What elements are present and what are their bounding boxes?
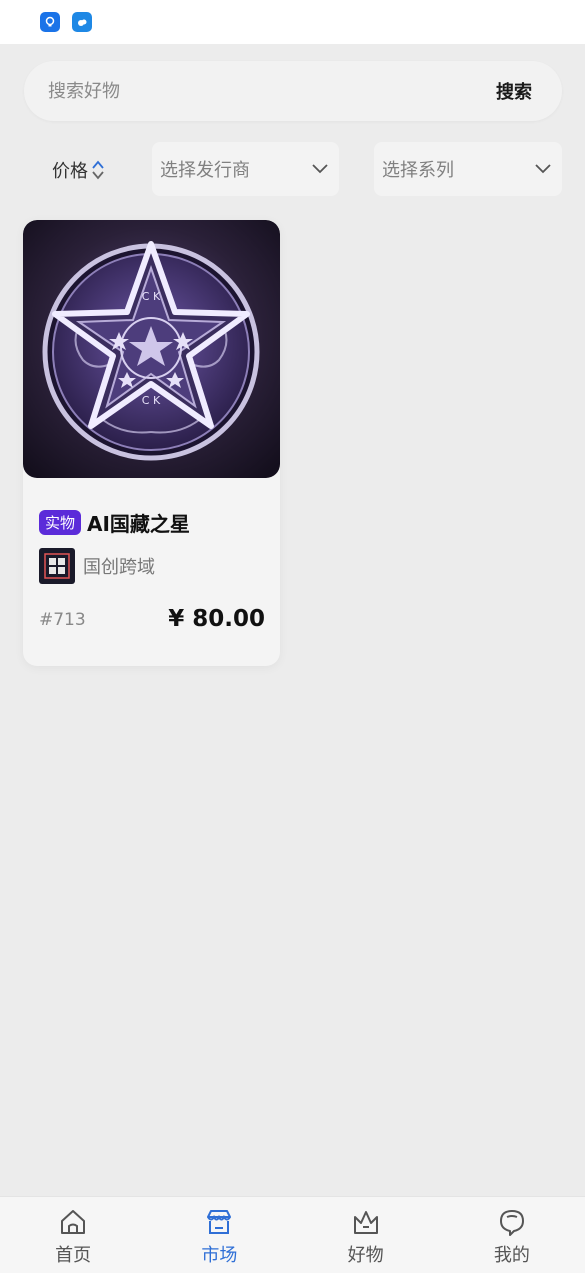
price-sort-button[interactable]: 价格 (52, 156, 106, 184)
tab-home-label: 首页 (55, 1245, 92, 1266)
bottom-tab-bar: 首页 市场 好物 我的 (0, 1196, 585, 1273)
issuer-row: 国创跨域 (39, 548, 155, 584)
tab-market[interactable]: 市场 (146, 1197, 292, 1273)
tab-home[interactable]: 首页 (0, 1197, 146, 1273)
product-title-row: 实物 AI国藏之星 (39, 508, 190, 537)
svg-text:C K: C K (142, 290, 161, 303)
chevron-down-icon (312, 164, 328, 174)
product-card[interactable]: C K C K 实物 AI国藏之星 国创跨域 #713 ¥ 80.00 (23, 220, 280, 666)
tab-market-label: 市场 (201, 1245, 238, 1266)
status-left (40, 12, 92, 32)
issuer-select-label: 选择发行商 (160, 160, 250, 181)
home-icon (61, 1210, 86, 1234)
series-select[interactable]: 选择系列 (374, 142, 562, 196)
sort-toggle-icon (92, 160, 104, 180)
product-title: AI国藏之星 (87, 512, 190, 536)
tab-profile[interactable]: 我的 (439, 1197, 585, 1273)
cloud-app-icon (72, 12, 92, 32)
notification-app-icon (40, 12, 60, 32)
product-image: C K C K (23, 220, 280, 478)
tab-profile-label: 我的 (493, 1245, 530, 1266)
store-icon (207, 1210, 232, 1234)
product-price: ¥ 80.00 (168, 606, 265, 632)
series-select-label: 选择系列 (382, 160, 454, 181)
crown-icon (353, 1211, 378, 1234)
issuer-select[interactable]: 选择发行商 (152, 142, 339, 196)
chevron-down-icon (535, 164, 551, 174)
profile-icon (499, 1210, 524, 1236)
filter-row: 价格 选择发行商 选择系列 (0, 142, 585, 196)
search-button[interactable]: 搜索 (490, 74, 538, 108)
status-bar (0, 0, 585, 44)
issuer-name: 国创跨域 (83, 557, 155, 578)
serial-number: #713 (39, 610, 86, 630)
physical-tag-badge: 实物 (39, 510, 82, 535)
search-bar: 搜索 (24, 61, 562, 121)
price-sort-label: 价格 (52, 161, 88, 182)
issuer-logo (39, 548, 75, 584)
tab-goods[interactable]: 好物 (293, 1197, 439, 1273)
search-input[interactable] (48, 80, 490, 102)
tab-goods-label: 好物 (347, 1245, 384, 1266)
svg-text:C K: C K (142, 394, 161, 407)
